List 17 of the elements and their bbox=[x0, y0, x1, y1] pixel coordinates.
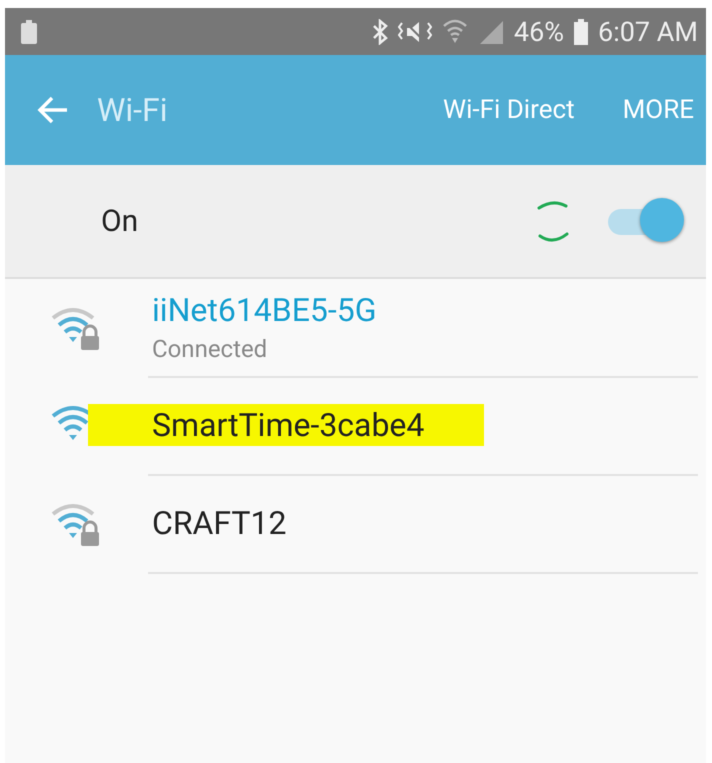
battery-icon bbox=[574, 18, 588, 44]
scanning-spinner-icon bbox=[536, 199, 570, 243]
wifi-status-icon bbox=[442, 18, 468, 46]
toolbar-action[interactable]: MORE bbox=[622, 95, 694, 125]
network-name[interactable]: CRAFT12 bbox=[148, 504, 290, 542]
back-arrow-icon[interactable] bbox=[37, 96, 69, 124]
bluetooth-icon bbox=[372, 18, 388, 44]
switch-label: On bbox=[101, 204, 140, 238]
network-name[interactable]: SmartTime-3cabe4 bbox=[88, 404, 484, 446]
clock-time: 6:07 AM bbox=[598, 16, 698, 48]
signal-icon bbox=[478, 18, 504, 44]
battery-saver-icon bbox=[21, 20, 37, 44]
connection-status: Connected bbox=[151, 335, 268, 363]
screen-title: Wi-Fi bbox=[97, 91, 168, 129]
network-name[interactable]: iiNet614BE5-5G bbox=[148, 291, 381, 329]
toolbar-action[interactable]: Wi-Fi Direct bbox=[443, 95, 575, 125]
battery-percent: 46% bbox=[514, 16, 564, 48]
